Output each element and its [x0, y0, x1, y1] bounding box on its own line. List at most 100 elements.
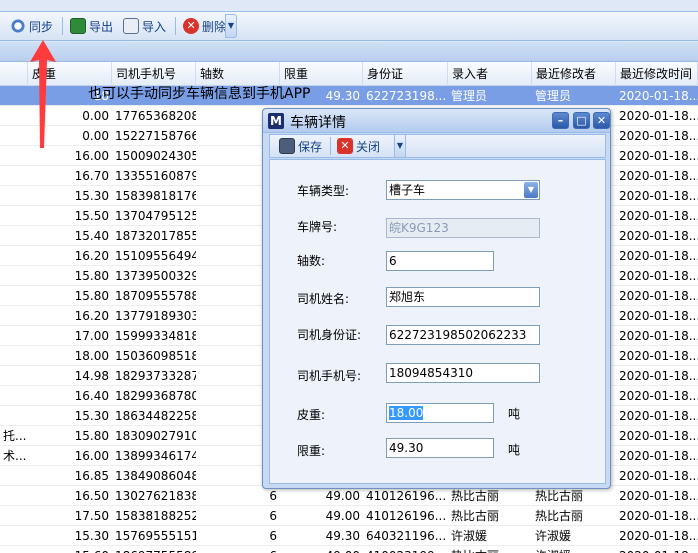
weight-limit-field[interactable]: 49.30: [386, 438, 494, 458]
column-header-creator[interactable]: 录入者: [448, 62, 532, 86]
column-header-modifier[interactable]: 最近修改者: [532, 62, 616, 86]
table-cell-time: 2020-01-18...: [619, 449, 698, 463]
table-cell-left: [0, 526, 28, 546]
import-button[interactable]: 导入: [119, 15, 170, 37]
driver-phone-field[interactable]: 18094854310: [386, 363, 540, 383]
table-row[interactable]: 17.50 15838188252 6 49.00 410126196... 热比古丽 热比…: [0, 506, 698, 526]
import-icon: [123, 18, 140, 34]
driver-name-label: 司机姓名:: [297, 292, 350, 306]
table-cell-tare: 17.00: [74, 329, 109, 343]
table-cell-phone: 13849086048: [115, 469, 196, 483]
table-cell-phone: 13739500329: [115, 269, 196, 283]
table-cell-tare: 17.50: [74, 509, 109, 523]
grid-header-cell[interactable]: [0, 62, 28, 86]
table-cell-tare: 15.40: [74, 229, 109, 243]
column-header-idcard[interactable]: 身份证: [363, 62, 448, 86]
export-button-label: 导出: [89, 19, 114, 34]
plate-label: 车牌号:: [297, 220, 338, 234]
table-row[interactable]: 16.50 13027621838 6 49.00 410126196... 热比古丽 热比…: [0, 486, 698, 506]
app-logo-icon: M: [268, 113, 284, 129]
minimize-button[interactable]: –: [552, 112, 569, 129]
table-cell-tare: 16.40: [74, 389, 109, 403]
table-cell-time: 2020-01-18...: [619, 489, 698, 503]
table-cell-left: [0, 466, 28, 486]
dialog-title: 车辆详情: [290, 115, 346, 131]
toolbar-separator: [62, 17, 64, 35]
close-window-button[interactable]: ✕: [593, 112, 610, 129]
table-cell-left: [0, 286, 28, 306]
maximize-button[interactable]: □: [573, 112, 590, 129]
table-cell-phone: 18732017855: [115, 229, 196, 243]
toolbar-overflow-button[interactable]: ▼: [225, 14, 237, 38]
table-cell-id: 410126196...: [366, 509, 447, 523]
import-button-label: 导入: [142, 19, 167, 34]
table-row[interactable]: 15.6018697755589649.00410023199...热比古丽许淑…: [0, 546, 698, 553]
table-cell-phone: 15769555151: [115, 529, 196, 543]
tare-value: 18.00: [389, 406, 424, 420]
table-cell-creator: 热比古丽: [448, 546, 532, 553]
table-cell-left: [0, 546, 28, 553]
driver-name-field[interactable]: 郑旭东: [386, 287, 540, 307]
table-cell-tare: 16.00: [74, 449, 109, 463]
table-cell-time: 2020-01-18...: [616, 546, 698, 553]
table-cell-limit: 49.30: [325, 529, 360, 543]
export-button[interactable]: 导出: [66, 15, 117, 37]
table-cell-id: 410126196...: [366, 489, 447, 503]
table-cell-time: 2020-01-18...: [619, 249, 698, 263]
table-cell-time: 2020-01-18...: [619, 229, 698, 243]
table-cell-phone: 13899346174: [115, 449, 196, 463]
dialog-toolbar: 保存 ✕ 关闭 ▼: [269, 134, 606, 158]
table-cell-tare: 15.80: [74, 289, 109, 303]
table-cell-phone: 18634482258: [115, 409, 196, 423]
sync-button[interactable]: 同步: [6, 15, 57, 37]
table-cell-left: [0, 386, 28, 406]
tare-label: 皮重:: [297, 408, 326, 422]
save-button[interactable]: 保存: [276, 135, 325, 157]
table-cell-time: 2020-01-18...: [619, 169, 698, 183]
table-cell-tare: 15.80: [74, 429, 109, 443]
table-cell-tare: 18.00: [74, 349, 109, 363]
dialog-toolbar-strip: 保存 ✕ 关闭: [270, 135, 400, 157]
table-cell-left: [0, 406, 28, 426]
driver-id-field[interactable]: 622723198502062233: [386, 325, 540, 345]
column-header-modified-time[interactable]: 最近修改时间: [616, 62, 698, 86]
delete-button[interactable]: ✕ 删除: [179, 15, 230, 37]
weight-limit-label: 限重:: [297, 444, 326, 458]
table-cell-phone: 15009024305: [115, 149, 196, 163]
table-cell-creator: 热比古丽: [451, 489, 500, 503]
table-cell-creator: 管理员: [451, 89, 488, 103]
table-cell-limit: 49.00: [280, 546, 363, 553]
table-cell-tare: 16.85: [74, 469, 109, 483]
table-cell-phone: 18299368780: [115, 389, 196, 403]
table-cell-left: [0, 106, 28, 126]
table-row[interactable]: 15.30 15769555151 6 49.30 640321196... 许淑媛 许淑媛…: [0, 526, 698, 546]
close-button[interactable]: ✕ 关闭: [334, 135, 383, 157]
table-cell-tare: 14.98: [74, 369, 109, 383]
table-cell-id: 640321196...: [366, 529, 447, 543]
vehicle-type-select[interactable]: 槽子车 ▼: [386, 180, 540, 200]
driver-id-label: 司机身份证:: [297, 328, 362, 342]
table-cell-axles: 6: [196, 546, 280, 553]
table-cell-modifier: 许淑媛: [535, 529, 572, 543]
table-cell-phone: 13027621838: [115, 489, 196, 503]
table-cell-phone: 13779189303: [115, 309, 196, 323]
table-cell-time: 2020-01-18...: [619, 349, 698, 363]
table-cell-left: [0, 126, 28, 146]
table-cell-phone: 15839818176: [115, 189, 196, 203]
table-cell-creator: 热比古丽: [451, 509, 500, 523]
save-button-label: 保存: [298, 139, 323, 154]
table-cell-tare: 16.70: [74, 169, 109, 183]
table-cell-modifier: 热比古丽: [535, 509, 584, 523]
axles-field[interactable]: 6: [386, 251, 494, 271]
save-icon: [279, 138, 295, 154]
table-cell-axles: 6: [269, 529, 277, 543]
table-cell-time: 2020-01-18...: [619, 109, 698, 123]
table-cell-time: 2020-01-18...: [619, 369, 698, 383]
vehicle-type-label: 车辆类型:: [297, 184, 350, 198]
tare-field[interactable]: 18.00: [386, 403, 494, 423]
dialog-toolbar-overflow-button[interactable]: ▼: [394, 135, 406, 157]
chevron-down-icon[interactable]: ▼: [524, 182, 538, 198]
table-cell-limit: 49.00: [325, 509, 360, 523]
table-cell-tare: 15.50: [74, 209, 109, 223]
dialog-title-bar[interactable]: M 车辆详情 – □ ✕: [263, 109, 610, 133]
